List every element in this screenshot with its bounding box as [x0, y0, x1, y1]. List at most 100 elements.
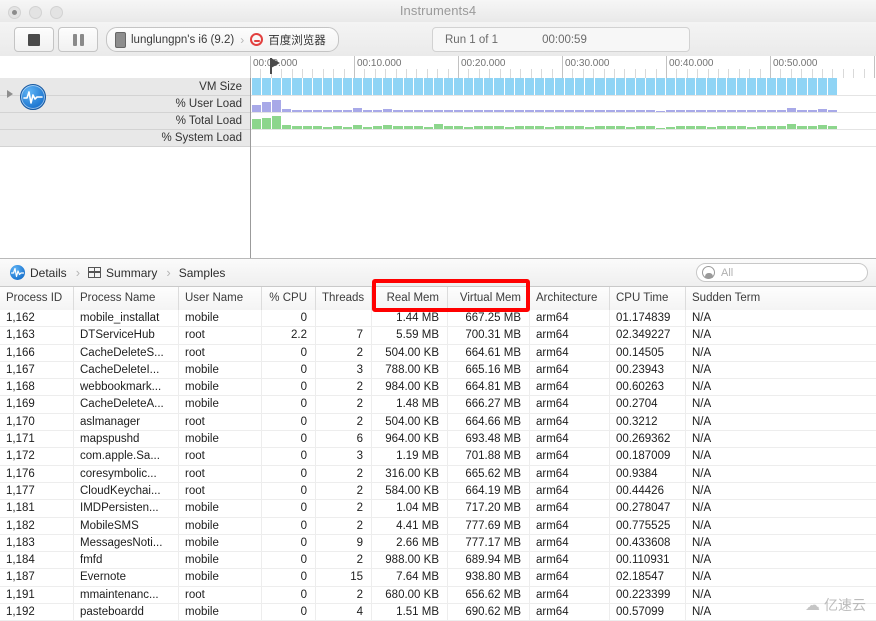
cell-sudden: N/A: [692, 312, 712, 324]
table-row[interactable]: 1,167 CacheDeleteI... mobile 0 3 788.00 KB 665…: [0, 361, 876, 380]
cell-name: MobileSMS: [74, 517, 179, 535]
playhead-marker[interactable]: [271, 58, 280, 68]
track-graph-user-load[interactable]: [251, 96, 876, 113]
track-graph-vm-size[interactable]: [251, 78, 876, 96]
cell-cputime: 00.44426: [610, 482, 686, 501]
track-graph-pane[interactable]: [250, 78, 876, 258]
track-bar: [413, 126, 423, 129]
table-row[interactable]: 1,187 Evernote mobile 0 15 7.64 MB 938.80 MB ar…: [0, 569, 876, 587]
activity-monitor-icon: [10, 265, 25, 280]
column-header-pid[interactable]: Process ID: [0, 287, 74, 310]
table-header-row[interactable]: Process ID Process Name User Name% CPU Thre…: [0, 287, 876, 311]
disclosure-triangle-icon[interactable]: [7, 90, 13, 98]
cell-real: 316.00 KB: [372, 465, 448, 483]
track-graph-total-load[interactable]: [251, 113, 876, 130]
track-bar: [827, 78, 837, 95]
timeline-ruler[interactable]: 00:00.000 00:10.000 00:20.000 00:30.000 00:4…: [250, 56, 876, 79]
track-bar: [726, 78, 736, 95]
cell-virt: 717.20 MB: [448, 500, 530, 518]
cell-virt: 777.69 MB: [448, 517, 530, 535]
cell-cputime: 00.3212: [610, 413, 686, 432]
table-row[interactable]: 1,166 CacheDeleteS... root 0 2 504.00 KB 664.6…: [0, 344, 876, 362]
track-bar: [817, 108, 827, 112]
column-header-user[interactable]: User Name: [179, 287, 262, 310]
breadcrumb-samples[interactable]: Samples: [179, 266, 235, 280]
track-bar: [252, 119, 262, 129]
track-bar: [746, 78, 757, 95]
cell-name: CacheDeleteS...: [74, 344, 179, 362]
cell-name: webbookmark...: [74, 379, 179, 397]
process-table[interactable]: 1,162 mobile_installat mobile 0 1.44 MB 667.2…: [0, 310, 876, 621]
track-bar: [443, 126, 454, 129]
cell-real: 7.64 MB: [372, 569, 448, 587]
cell-sudden: N/A: [692, 484, 712, 497]
ruler-minor-tick: [676, 69, 678, 78]
track-bar: [817, 78, 827, 95]
track-bar: [666, 126, 676, 129]
cell-name: MessagesNoti...: [74, 534, 179, 553]
track-bar: [322, 126, 332, 129]
target-selector[interactable]: lunglungpn's i6 (9.2) › 百度浏览器: [106, 27, 339, 52]
table-row[interactable]: 1,177 CloudKeychai... root 0 2 584.00 KB 664.1…: [0, 482, 876, 501]
table-row[interactable]: 1,182 MobileSMS mobile 0 2 4.41 MB 777.69 MB ar…: [0, 517, 876, 535]
breadcrumb-details[interactable]: Details: [10, 265, 76, 280]
cell-thr: 3: [316, 448, 372, 466]
cell-arch: arm64: [530, 379, 610, 397]
track-bar: [312, 109, 322, 112]
track-bar: [322, 110, 332, 112]
table-row[interactable]: 1,176 coresymbolic... root 0 2 316.00 KB 665.6…: [0, 465, 876, 483]
table-row[interactable]: 1,168 webbookmark... mobile 0 2 984.00 KB 664.…: [0, 379, 876, 397]
pause-button[interactable]: [58, 27, 98, 52]
track-bar: [363, 110, 373, 112]
cell-sudden: N/A: [692, 554, 712, 567]
column-header-cputime[interactable]: CPU Time: [610, 287, 686, 310]
cell-user: root: [179, 344, 262, 362]
column-header-sudden[interactable]: Sudden Term: [686, 287, 876, 310]
table-row[interactable]: 1,170 aslmanager root 0 2 504.00 KB 664.66 MB a…: [0, 413, 876, 432]
cell-real: 1.04 MB: [372, 500, 448, 518]
record-button[interactable]: [14, 27, 54, 52]
track-bar: [332, 78, 342, 95]
track-bar: [383, 108, 393, 112]
run-status-display[interactable]: Run 1 of 1 00:00:59: [432, 27, 690, 52]
track-graph-system-load[interactable]: [251, 130, 876, 147]
track-label-system-load[interactable]: % System Load: [0, 130, 250, 147]
activity-monitor-icon[interactable]: [20, 84, 46, 110]
table-row[interactable]: 1,191 mmaintenanc... root 0 2 680.00 KB 656.62…: [0, 586, 876, 605]
table-row[interactable]: 1,171 mapspushd mobile 0 6 964.00 KB 693.48 MB…: [0, 431, 876, 449]
track-bar: [696, 109, 706, 112]
table-row[interactable]: 1,183 MessagesNoti... mobile 0 9 2.66 MB 777.1…: [0, 534, 876, 553]
column-header-thr[interactable]: Threads: [316, 287, 372, 310]
table-row[interactable]: 1,192 pasteboardd mobile 0 4 1.51 MB 690.62 MB…: [0, 604, 876, 621]
search-scope-icon[interactable]: [702, 266, 715, 279]
table-row[interactable]: 1,184 fmfd mobile 0 2 988.00 KB 689.94 MB arm64…: [0, 552, 876, 570]
breadcrumb-summary[interactable]: Summary: [88, 266, 166, 280]
cell-user: root: [179, 586, 262, 605]
table-row[interactable]: 1,163 DTServiceHub root 2.2 7 5.59 MB 700.31 M…: [0, 327, 876, 345]
search-field[interactable]: All: [696, 263, 868, 282]
track-bar: [383, 124, 393, 129]
table-row[interactable]: 1,172 com.apple.Sa... root 0 3 1.19 MB 701.88 …: [0, 448, 876, 466]
column-header-name[interactable]: Process Name: [74, 287, 179, 310]
column-header-arch[interactable]: Architecture: [530, 287, 610, 310]
column-header-cpu[interactable]: % CPU: [262, 287, 316, 310]
track-bar: [726, 110, 736, 112]
track-bar: [706, 78, 716, 95]
track-bar: [302, 110, 312, 112]
table-row[interactable]: 1,169 CacheDeleteA... mobile 0 2 1.48 MB 666.2…: [0, 396, 876, 414]
cell-virt: 938.80 MB: [448, 569, 530, 587]
cell-sudden: N/A: [692, 536, 712, 549]
cell-real: 1.44 MB: [372, 310, 448, 328]
track-bar: [524, 78, 534, 95]
table-row[interactable]: 1,162 mobile_installat mobile 0 1.44 MB 667.2…: [0, 310, 876, 328]
column-header-virt[interactable]: Virtual Mem: [448, 287, 530, 310]
cloud-logo-icon: ☁: [805, 597, 820, 614]
ruler-minor-tick: [520, 69, 522, 78]
track-bar: [807, 78, 817, 95]
table-row[interactable]: 1,181 IMDPersisten... mobile 0 2 1.04 MB 717.2…: [0, 500, 876, 518]
track-label-total-load[interactable]: % Total Load: [0, 113, 250, 130]
track-bar: [625, 126, 635, 129]
column-header-real[interactable]: Real Mem: [372, 287, 448, 310]
cell-cpu: 0: [262, 310, 316, 328]
track-bar: [464, 110, 474, 112]
